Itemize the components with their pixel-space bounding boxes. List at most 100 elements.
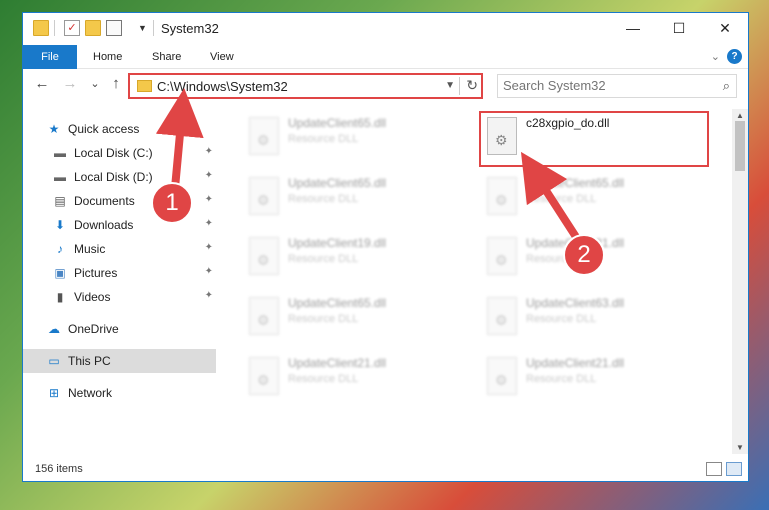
- back-button[interactable]: ←: [33, 75, 51, 92]
- star-icon: ★: [48, 122, 60, 136]
- scroll-thumb[interactable]: [735, 121, 745, 171]
- file-item[interactable]: UpdateClient65.dll Resource DLL: [241, 113, 471, 167]
- search-box[interactable]: ⌕: [497, 74, 737, 98]
- dll-file-icon: [249, 117, 279, 155]
- navigation-pane: ★ Quick access ▬ Local Disk (C:) ✦ ▬ Local Dis…: [23, 109, 218, 454]
- sidebar-item-pictures[interactable]: ▣ Pictures ✦: [23, 261, 216, 285]
- sidebar-item-local-disk-c[interactable]: ▬ Local Disk (C:) ✦: [23, 141, 216, 165]
- scroll-down-icon[interactable]: ▼: [732, 443, 748, 452]
- pin-icon: ✦: [204, 170, 213, 181]
- refresh-button[interactable]: ↻: [466, 77, 478, 94]
- dll-file-icon: [249, 237, 279, 275]
- pin-icon: ✦: [204, 218, 213, 229]
- drive-icon: ▬: [54, 170, 66, 184]
- file-type: Resource DLL: [526, 313, 597, 325]
- download-icon: ⬇: [54, 218, 66, 232]
- expand-ribbon-icon[interactable]: ⌄: [711, 50, 720, 63]
- dll-file-icon: [487, 357, 517, 395]
- chevron-down-icon[interactable]: ▼: [138, 23, 147, 33]
- video-icon: ▮: [56, 290, 64, 304]
- close-button[interactable]: ✕: [702, 13, 748, 43]
- file-item[interactable]: UpdateClient19.dll Resource DLL: [241, 233, 471, 287]
- dll-file-icon: [487, 297, 517, 335]
- file-explorer-window: ✓ ▼ System32 — ☐ ✕ File Home Share View …: [22, 12, 749, 482]
- file-type: Resource DLL: [288, 253, 359, 265]
- forward-button[interactable]: →: [61, 75, 79, 92]
- tab-share[interactable]: Share: [152, 45, 181, 69]
- dll-file-icon: [487, 237, 517, 275]
- pin-icon: ✦: [204, 266, 213, 277]
- details-view-icon[interactable]: [706, 462, 722, 476]
- large-icons-view-icon[interactable]: [726, 462, 742, 476]
- drive-icon: ▬: [54, 146, 66, 160]
- file-name: UpdateClient19.dll: [288, 236, 387, 250]
- sidebar-item-label: OneDrive: [68, 322, 119, 336]
- search-icon[interactable]: ⌕: [723, 78, 730, 94]
- scroll-up-icon[interactable]: ▲: [732, 111, 748, 120]
- computer-icon: ▭: [48, 354, 60, 368]
- sidebar-item-label: Videos: [74, 290, 111, 304]
- sidebar-item-label: Quick access: [68, 122, 140, 136]
- sidebar-item-label: Music: [74, 242, 106, 256]
- sidebar-item-videos[interactable]: ▮ Videos ✦: [23, 285, 216, 309]
- sidebar-item-label: Network: [68, 386, 113, 400]
- file-item[interactable]: UpdateClient21.dll Resource DLL: [479, 353, 709, 407]
- music-icon: ♪: [57, 242, 63, 256]
- tab-view[interactable]: View: [210, 45, 234, 69]
- sidebar-item-music[interactable]: ♪ Music ✦: [23, 237, 216, 261]
- file-name: UpdateClient65.dll: [288, 116, 387, 130]
- maximize-button[interactable]: ☐: [656, 13, 702, 43]
- chevron-down-icon[interactable]: ▼: [445, 80, 455, 91]
- file-type: Resource DLL: [288, 313, 359, 325]
- ribbon: File Home Share View ⌄ ?: [23, 45, 748, 69]
- help-icon[interactable]: ?: [727, 49, 742, 64]
- dll-file-icon: [249, 357, 279, 395]
- sidebar-item-label: Pictures: [74, 266, 118, 280]
- status-bar: 156 items: [23, 459, 748, 481]
- sidebar-item-onedrive[interactable]: ☁ OneDrive: [23, 317, 216, 341]
- sidebar-item-local-disk-d[interactable]: ▬ Local Disk (D:) ✦: [23, 165, 216, 189]
- recent-locations-button[interactable]: ⌄: [86, 77, 104, 90]
- search-input[interactable]: [503, 78, 708, 93]
- file-item[interactable]: UpdateClient21.dll Resource DLL: [241, 353, 471, 407]
- divider: [459, 77, 460, 95]
- address-bar[interactable]: C:\Windows\System32 ▼ ↻: [128, 73, 483, 99]
- step-1-badge: 1: [151, 182, 193, 224]
- sidebar-item-label: This PC: [68, 354, 111, 368]
- sidebar-item-this-pc[interactable]: ▭ This PC: [23, 349, 216, 373]
- navigation-bar: ← → ⌄ ↑ C:\Windows\System32 ▼ ↻ ⌕: [23, 71, 748, 101]
- divider: [153, 20, 154, 36]
- folder-icon: [137, 80, 152, 92]
- file-name: UpdateClient21.dll: [526, 356, 625, 370]
- vertical-scrollbar[interactable]: ▲ ▼: [732, 109, 748, 454]
- up-button[interactable]: ↑: [107, 75, 125, 92]
- minimize-button[interactable]: —: [610, 13, 656, 43]
- sidebar-item-network[interactable]: ⊞ Network: [23, 381, 216, 405]
- dll-file-icon: [249, 177, 279, 215]
- file-item[interactable]: UpdateClient65.dll Resource DLL: [241, 173, 471, 227]
- quick-access-toolbar-icon[interactable]: [106, 20, 122, 36]
- file-type: Resource DLL: [526, 193, 597, 205]
- highlight-box: [479, 111, 709, 167]
- tab-home[interactable]: Home: [93, 45, 122, 69]
- file-item[interactable]: UpdateClient65.dll Resource DLL: [479, 173, 709, 227]
- file-type: Resource DLL: [288, 193, 359, 205]
- new-folder-icon[interactable]: [85, 20, 101, 36]
- address-path[interactable]: C:\Windows\System32: [157, 79, 288, 94]
- network-icon: ⊞: [48, 386, 60, 400]
- file-name: UpdateClient21.dll: [288, 356, 387, 370]
- item-count: 156 items: [35, 463, 83, 475]
- sidebar-item-quick-access[interactable]: ★ Quick access: [23, 117, 216, 141]
- file-name: UpdateClient65.dll: [526, 176, 625, 190]
- properties-check-icon[interactable]: ✓: [64, 20, 80, 36]
- file-type: Resource DLL: [288, 133, 359, 145]
- step-2-badge: 2: [563, 234, 605, 276]
- pin-icon: ✦: [204, 242, 213, 253]
- file-item[interactable]: UpdateClient63.dll Resource DLL: [479, 293, 709, 347]
- file-name: UpdateClient65.dll: [288, 176, 387, 190]
- tab-file[interactable]: File: [23, 45, 77, 69]
- file-item[interactable]: UpdateClient65.dll Resource DLL: [241, 293, 471, 347]
- sidebar-item-label: Local Disk (C:): [74, 146, 153, 160]
- pin-icon: ✦: [204, 146, 213, 157]
- file-type: Resource DLL: [526, 373, 597, 385]
